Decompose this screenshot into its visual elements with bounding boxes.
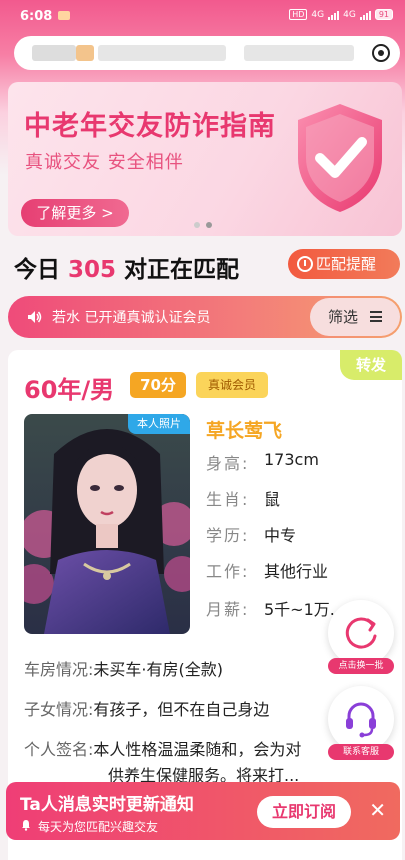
refresh-batch-button[interactable]: 点击换一批 [328, 600, 394, 674]
match-count: 305 [68, 257, 117, 283]
shield-check-icon [298, 104, 382, 212]
signal-icon-2 [359, 10, 371, 20]
close-icon[interactable]: ✕ [369, 798, 386, 822]
score-badge: 70分 [130, 372, 186, 398]
age-gender: 60年/男 [24, 376, 115, 404]
info-education: 学历: 中专 [206, 526, 297, 545]
banner-title: 中老年交友防诈指南 [24, 111, 276, 142]
signal-icon [328, 10, 340, 20]
headset-icon [346, 702, 376, 738]
filter-label: 筛选 [328, 308, 359, 326]
status-time: 6:08 [20, 9, 53, 24]
refresh-batch-label: 点击换一批 [328, 658, 394, 674]
nickname: 草长莺飞 [206, 420, 283, 442]
match-remind-label: 匹配提醒 [316, 255, 377, 273]
notice-text: 若水 已开通真诚认证会员 [52, 310, 211, 326]
blurred-title [76, 45, 94, 61]
children-row: 子女情况:有孩子，但不在自己身边 [24, 700, 270, 719]
subscribe-button[interactable]: 立即订阅 [257, 796, 351, 828]
status-indicators: HD 4G 4G 91 [289, 9, 393, 20]
clock-icon [297, 256, 313, 272]
info-job: 工作: 其他行业 [206, 562, 329, 581]
portrait-image [24, 414, 190, 634]
notification-icon [58, 11, 70, 20]
customer-service-label: 联系客服 [328, 744, 394, 760]
subscribe-title: Ta人消息实时更新通知 [20, 795, 194, 815]
profile-photo[interactable]: 本人照片 [24, 414, 190, 634]
customer-service-button[interactable]: 联系客服 [328, 686, 394, 760]
carousel-dots [194, 222, 212, 228]
filter-button[interactable]: 筛选 [310, 298, 400, 336]
member-notice-bar: 若水 已开通真诚认证会员 筛选 [8, 296, 402, 338]
match-count-text: 今日 305 对正在匹配 [14, 257, 240, 283]
forward-button[interactable]: 转发 [340, 350, 402, 380]
match-remind-button[interactable]: 匹配提醒 [288, 249, 400, 279]
battery-icon: 91 [374, 9, 393, 20]
speaker-icon [28, 311, 42, 323]
subscribe-bar: Ta人消息实时更新通知 每天为您匹配兴趣交友 立即订阅 ✕ [6, 782, 400, 840]
blurred-title [32, 45, 76, 61]
anti-fraud-banner[interactable]: 中老年交友防诈指南 真诚交友 安全相伴 了解更多 > [8, 82, 402, 236]
network-label-1: 4G [311, 9, 325, 20]
hd-icon: HD [289, 9, 308, 20]
vip-badge: 真诚会员 [196, 372, 268, 398]
filter-list-icon [370, 311, 382, 322]
photo-tag: 本人照片 [128, 414, 190, 434]
bell-icon [22, 820, 30, 831]
signature-row: 个人签名:本人性格温温柔随和，会为对 [24, 740, 302, 759]
blurred-title [98, 45, 226, 61]
car-house-row: 车房情况:未买车·有房(全款) [24, 660, 223, 679]
network-label-2: 4G [343, 9, 356, 20]
refresh-icon [345, 617, 377, 649]
status-bar: 6:08 HD 4G 4G 91 [0, 0, 405, 32]
capsule-close-icon[interactable] [372, 44, 390, 62]
subscribe-desc: 每天为您匹配兴趣交友 [38, 820, 159, 834]
top-capsule-bar[interactable] [14, 36, 400, 70]
banner-subtitle: 真诚交友 安全相伴 [25, 152, 184, 173]
blurred-title [244, 45, 354, 61]
info-salary: 月薪: 5千~1万. [206, 600, 335, 619]
info-zodiac: 生肖: 鼠 [206, 490, 281, 509]
match-count-row: 今日 305 对正在匹配 匹配提醒 [14, 248, 400, 283]
info-height: 身高: 173cm [206, 450, 319, 473]
learn-more-button[interactable]: 了解更多 > [21, 199, 129, 227]
